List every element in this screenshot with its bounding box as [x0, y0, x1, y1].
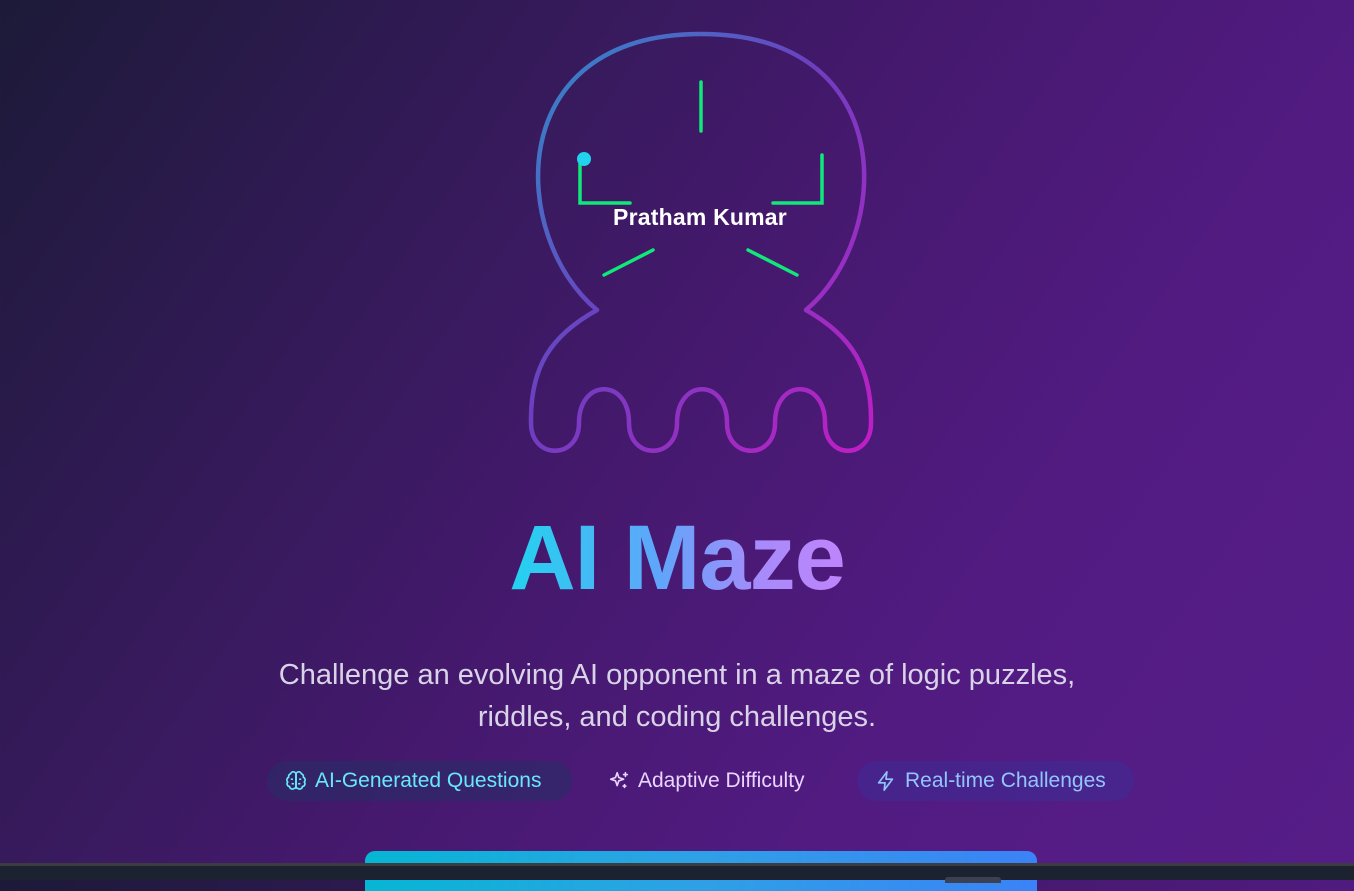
logo-name: Pratham Kumar [613, 204, 787, 230]
page-title-text: AI Maze [509, 507, 846, 609]
zap-icon [877, 771, 894, 791]
hero-logo: Pratham Kumar [520, 28, 880, 464]
brain-icon [286, 771, 306, 790]
feature-label: Real-time Challenges [905, 769, 1106, 792]
feature-label: AI-Generated Questions [315, 769, 542, 792]
taskbar-app-indicator[interactable] [945, 877, 1001, 883]
octopus-logo-icon [528, 31, 874, 453]
hero-subtitle: Challenge an evolving AI opponent in a m… [278, 659, 1076, 733]
page-title: AI Maze [0, 507, 1354, 609]
feature-pill-real-time-challenges: Real-time Challenges [857, 761, 1134, 801]
taskbar [0, 863, 1354, 883]
node-dot-icon [577, 152, 591, 166]
feature-pill-ai-generated-questions: AI-Generated Questions [267, 761, 572, 801]
sparkles-icon [609, 771, 629, 789]
feature-pill-adaptive-difficulty: Adaptive Difficulty [590, 761, 840, 801]
feature-label: Adaptive Difficulty [638, 769, 805, 792]
